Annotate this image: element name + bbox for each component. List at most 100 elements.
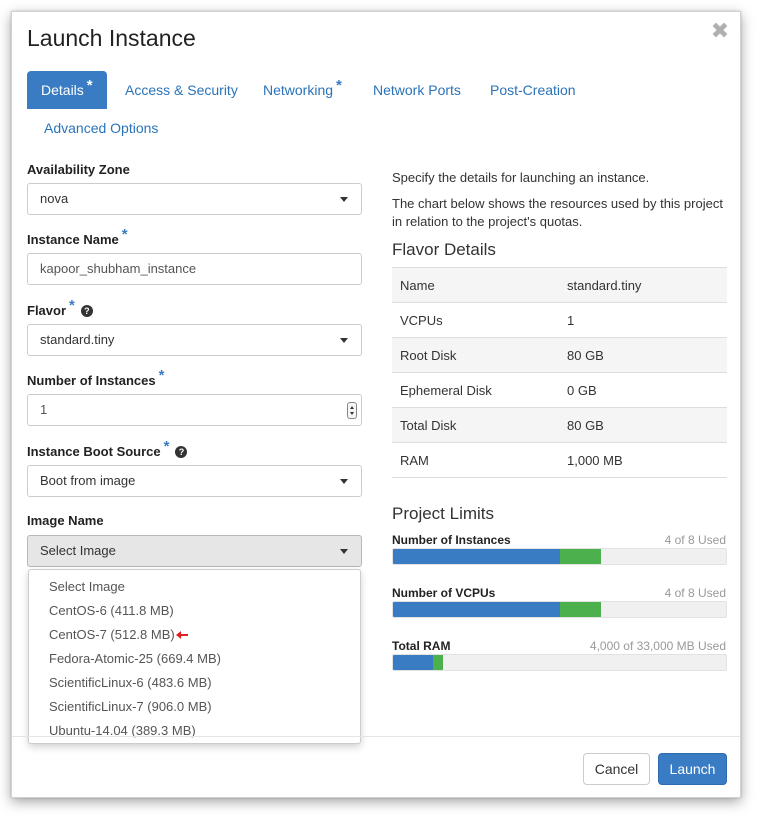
table-row: Name standard.tiny bbox=[392, 267, 727, 303]
caret-down-icon bbox=[340, 338, 348, 343]
caret-down-icon bbox=[340, 197, 348, 202]
flavor-details-table: Name standard.tiny VCPUs 1 Root Disk 80 GB … bbox=[392, 267, 727, 478]
table-row: Ephemeral Disk 0 GB bbox=[392, 372, 727, 408]
image-option[interactable]: ScientificLinux-7 (906.0 MB) bbox=[49, 699, 212, 714]
required-marker: * bbox=[163, 438, 170, 455]
tab-advanced-options[interactable]: Advanced Options bbox=[44, 109, 158, 147]
select-value: Boot from image bbox=[40, 473, 136, 488]
footer-divider bbox=[12, 736, 740, 737]
chart-note-text: The chart below shows the resources used… bbox=[392, 196, 723, 229]
tab-label: Details bbox=[41, 82, 84, 98]
required-marker: * bbox=[158, 367, 165, 384]
image-name-select[interactable]: Select Image bbox=[27, 535, 362, 567]
flavor-key: VCPUs bbox=[392, 302, 559, 338]
help-icon[interactable]: ? bbox=[175, 446, 188, 458]
required-marker: * bbox=[69, 297, 75, 314]
intro-text: Specify the details for launching an ins… bbox=[392, 170, 650, 185]
image-option[interactable]: CentOS-6 (411.8 MB) bbox=[49, 603, 174, 618]
limit-used-vcpus: 4 of 8 Used bbox=[664, 586, 726, 600]
flavor-value: 80 GB bbox=[559, 407, 727, 443]
availability-zone-select[interactable]: nova bbox=[27, 183, 362, 215]
image-option[interactable]: Fedora-Atomic-25 (669.4 MB) bbox=[49, 651, 221, 666]
instance-name-label: Instance Name * bbox=[27, 226, 128, 248]
launch-button[interactable]: Launch bbox=[658, 753, 727, 785]
tab-label: Advanced Options bbox=[44, 120, 159, 136]
tab-label: Access & Security bbox=[125, 82, 238, 98]
tab-networking[interactable]: Networking * bbox=[263, 71, 342, 109]
limit-label-ram: Total RAM bbox=[392, 639, 451, 653]
quota-used-fill bbox=[393, 549, 560, 564]
label-text: Image Name bbox=[27, 513, 104, 528]
quota-added-fill bbox=[559, 549, 602, 564]
tab-network-ports[interactable]: Network Ports bbox=[373, 71, 461, 109]
quota-bar-vcpus bbox=[392, 601, 727, 618]
number-of-instances-input[interactable]: 1 bbox=[27, 394, 362, 426]
limit-used-instances: 4 of 8 Used bbox=[664, 533, 726, 547]
label-text: Availability Zone bbox=[27, 162, 130, 177]
tab-label: Post-Creation bbox=[490, 82, 576, 98]
image-option[interactable]: Select Image bbox=[49, 579, 125, 594]
flavor-label: Flavor *? bbox=[27, 297, 93, 319]
quota-added-fill bbox=[559, 602, 602, 617]
help-icon[interactable]: ? bbox=[80, 305, 93, 317]
select-value: nova bbox=[40, 191, 69, 206]
image-name-label: Image Name bbox=[27, 513, 104, 528]
required-marker: * bbox=[86, 77, 93, 94]
number-stepper-icon[interactable] bbox=[347, 402, 357, 419]
availability-zone-label: Availability Zone bbox=[27, 162, 130, 177]
quota-used-fill bbox=[393, 602, 560, 617]
flavor-key: RAM bbox=[392, 442, 559, 478]
image-dropdown-menu: Select Image CentOS-6 (411.8 MB) CentOS-… bbox=[28, 569, 361, 744]
quota-used-fill bbox=[393, 655, 434, 670]
flavor-details-title: Flavor Details bbox=[392, 240, 496, 259]
caret-down-icon bbox=[340, 549, 348, 554]
limit-label-vcpus: Number of VCPUs bbox=[392, 586, 496, 600]
flavor-value: 80 GB bbox=[559, 337, 727, 373]
table-row: RAM 1,000 MB bbox=[392, 442, 727, 478]
label-text: Flavor bbox=[27, 303, 67, 318]
instance-name-input[interactable]: kapoor_shubham_instance bbox=[27, 253, 362, 285]
number-of-instances-label: Number of Instances * bbox=[27, 367, 164, 389]
quota-bar-instances bbox=[392, 548, 727, 565]
flavor-value: 1,000 MB bbox=[559, 442, 727, 478]
table-row: VCPUs 1 bbox=[392, 302, 727, 338]
table-row: Root Disk 80 GB bbox=[392, 337, 727, 373]
limit-used-ram: 4,000 of 33,000 MB Used bbox=[589, 639, 726, 653]
flavor-value: standard.tiny bbox=[559, 267, 727, 303]
select-value: Select Image bbox=[40, 543, 116, 558]
boot-source-label: Instance Boot Source *? bbox=[27, 438, 188, 460]
flavor-select[interactable]: standard.tiny bbox=[27, 324, 362, 356]
flavor-key: Root Disk bbox=[392, 337, 559, 373]
label-text: Number of Instances bbox=[27, 373, 156, 388]
image-option[interactable]: ScientificLinux-6 (483.6 MB) bbox=[49, 675, 212, 690]
limit-label-instances: Number of Instances bbox=[392, 533, 511, 547]
launch-instance-dialog: Launch Instance ✖ Details * Access & Secu… bbox=[11, 11, 741, 798]
tab-post-creation[interactable]: Post-Creation bbox=[490, 71, 576, 109]
red-arrow-icon bbox=[175, 631, 188, 639]
dialog-title: Launch Instance bbox=[27, 25, 196, 51]
tab-details[interactable]: Details * bbox=[27, 71, 107, 109]
flavor-key: Name bbox=[392, 267, 559, 303]
image-option-centos-7[interactable]: CentOS-7 (512.8 MB) bbox=[49, 627, 188, 642]
flavor-key: Ephemeral Disk bbox=[392, 372, 559, 408]
tab-label: Networking bbox=[263, 82, 334, 98]
tab-access-security[interactable]: Access & Security bbox=[125, 71, 238, 109]
input-value: kapoor_shubham_instance bbox=[40, 261, 197, 276]
flavor-value: 1 bbox=[559, 302, 727, 338]
project-limits-title: Project Limits bbox=[392, 504, 495, 523]
flavor-key: Total Disk bbox=[392, 407, 559, 443]
close-icon[interactable]: ✖ bbox=[709, 20, 731, 42]
label-text: Instance Name bbox=[27, 232, 119, 247]
boot-source-select[interactable]: Boot from image bbox=[27, 465, 362, 497]
quota-bar-ram bbox=[392, 654, 727, 671]
table-row: Total Disk 80 GB bbox=[392, 407, 727, 443]
select-value: standard.tiny bbox=[40, 332, 115, 347]
required-marker: * bbox=[121, 226, 128, 243]
quota-added-fill bbox=[433, 655, 444, 670]
label-text: Instance Boot Source bbox=[27, 444, 161, 459]
tab-label: Network Ports bbox=[373, 82, 461, 98]
required-marker: * bbox=[336, 77, 342, 94]
option-label: CentOS-7 (512.8 MB) bbox=[49, 627, 175, 642]
cancel-button[interactable]: Cancel bbox=[583, 753, 650, 785]
flavor-value: 0 GB bbox=[559, 372, 727, 408]
